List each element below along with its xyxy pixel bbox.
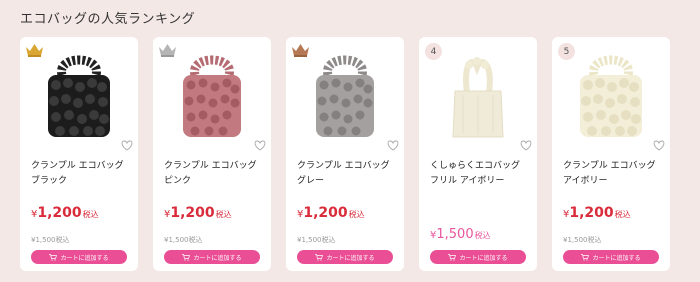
product-image[interactable] bbox=[300, 45, 390, 143]
add-to-cart-label: カートに追加する bbox=[326, 254, 375, 262]
add-to-cart-label: カートに追加する bbox=[592, 254, 641, 262]
product-price: ¥1,200税込 bbox=[31, 205, 99, 221]
product-name[interactable]: クランプル エコバッグ ピンク bbox=[164, 159, 265, 189]
cart-icon bbox=[49, 253, 58, 261]
original-price: ¥1,500税込 bbox=[297, 236, 336, 244]
section-title: エコバッグの人気ランキング bbox=[20, 12, 196, 27]
product-name[interactable]: くしゅらくエコバッグ フリル アイボリー bbox=[430, 159, 531, 189]
product-card[interactable]: 5 クランプル エコバッグ アイボリー ¥1,200税込 ¥1,500税込 カー… bbox=[552, 37, 670, 271]
heart-icon[interactable] bbox=[120, 137, 134, 151]
original-price: ¥1,500税込 bbox=[164, 236, 203, 244]
product-price: ¥1,200税込 bbox=[164, 205, 232, 221]
product-name[interactable]: クランプル エコバッグ アイボリー bbox=[563, 159, 664, 189]
add-to-cart-button[interactable]: カートに追加する bbox=[563, 250, 659, 264]
add-to-cart-button[interactable]: カートに追加する bbox=[164, 250, 260, 264]
product-image[interactable] bbox=[167, 45, 257, 143]
add-to-cart-button[interactable]: カートに追加する bbox=[297, 250, 393, 264]
product-price: ¥1,200税込 bbox=[297, 205, 365, 221]
add-to-cart-label: カートに追加する bbox=[193, 254, 242, 262]
product-price: ¥1,500税込 bbox=[430, 227, 491, 242]
heart-icon[interactable] bbox=[519, 137, 533, 151]
heart-icon[interactable] bbox=[386, 137, 400, 151]
product-card[interactable]: 4 くしゅらくエコバッグ フリル アイボリー ¥1,500税込 カートに追加する bbox=[419, 37, 537, 271]
original-price: ¥1,500税込 bbox=[563, 236, 602, 244]
cart-icon bbox=[182, 253, 191, 261]
add-to-cart-button[interactable]: カートに追加する bbox=[430, 250, 526, 264]
heart-icon[interactable] bbox=[253, 137, 267, 151]
product-price: ¥1,200税込 bbox=[563, 205, 631, 221]
add-to-cart-label: カートに追加する bbox=[60, 254, 109, 262]
product-card[interactable]: クランプル エコバッグ グレー ¥1,200税込 ¥1,500税込 カートに追加… bbox=[286, 37, 404, 271]
cart-icon bbox=[315, 253, 324, 261]
product-name[interactable]: クランプル エコバッグ グレー bbox=[297, 159, 398, 189]
add-to-cart-label: カートに追加する bbox=[459, 254, 508, 262]
original-price: ¥1,500税込 bbox=[31, 236, 70, 244]
product-image[interactable] bbox=[34, 45, 124, 143]
add-to-cart-button[interactable]: カートに追加する bbox=[31, 250, 127, 264]
product-card[interactable]: クランプル エコバッグ ブラック ¥1,200税込 ¥1,500税込 カートに追… bbox=[20, 37, 138, 271]
product-card[interactable]: クランプル エコバッグ ピンク ¥1,200税込 ¥1,500税込 カートに追加… bbox=[153, 37, 271, 271]
ranking-list: クランプル エコバッグ ブラック ¥1,200税込 ¥1,500税込 カートに追… bbox=[20, 37, 670, 271]
cart-icon bbox=[448, 253, 457, 261]
product-image[interactable] bbox=[566, 45, 656, 143]
heart-icon[interactable] bbox=[652, 137, 666, 151]
product-name[interactable]: クランプル エコバッグ ブラック bbox=[31, 159, 132, 189]
cart-icon bbox=[581, 253, 590, 261]
product-image[interactable] bbox=[433, 45, 523, 143]
